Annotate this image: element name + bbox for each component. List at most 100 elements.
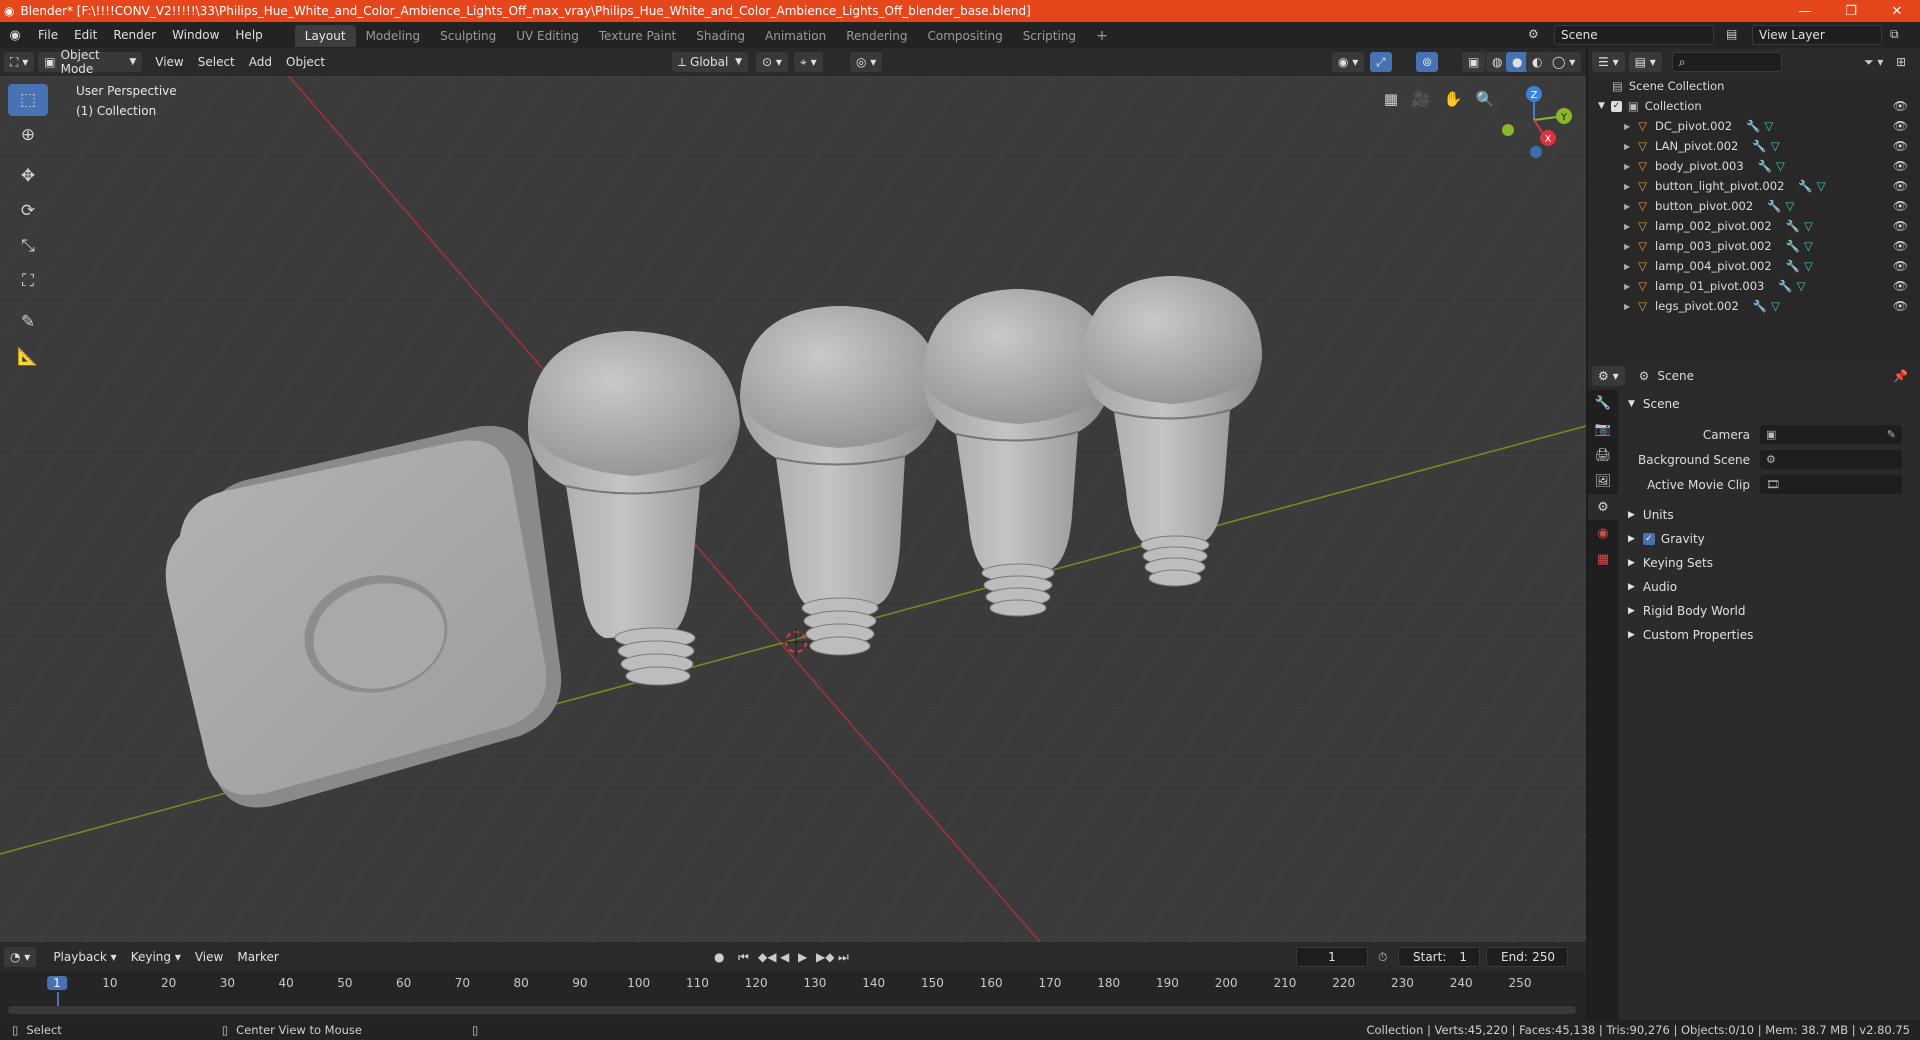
object-mode-dropdown[interactable]: ▣ Object Mode ▼ [38, 48, 143, 76]
select-box-tool[interactable]: ⬚ [8, 84, 48, 116]
record-button[interactable]: ● [714, 950, 724, 964]
scene-selector[interactable]: Scene [1554, 25, 1714, 45]
outliner-item[interactable]: ▶ ▽ lamp_01_pivot.003 🔧 ▽ 👁 [1588, 276, 1920, 296]
tab-scene[interactable]: ⚙ [1588, 494, 1618, 520]
wrench-icon[interactable]: 🔧 [1767, 199, 1781, 213]
menu-help[interactable]: Help [227, 22, 270, 48]
expand-arrow-icon[interactable]: ▶ [1624, 222, 1630, 231]
eye-icon[interactable]: 👁 [1893, 99, 1908, 113]
eye-icon[interactable]: 👁 [1893, 159, 1908, 173]
eye-icon[interactable]: 👁 [1893, 139, 1908, 153]
tab-texture-paint[interactable]: Texture Paint [589, 25, 686, 47]
gizmo-toggle-button[interactable]: ⤢ [1370, 52, 1392, 72]
wrench-icon[interactable]: 🔧 [1786, 239, 1800, 253]
wrench-icon[interactable]: 🔧 [1758, 159, 1772, 173]
outliner-collection[interactable]: ▼ ✓ ▣ Collection 👁 [1588, 96, 1920, 116]
expand-arrow-icon[interactable]: ▶ [1624, 302, 1630, 311]
shading-rendered-button[interactable]: ◯ ▾ [1546, 52, 1582, 72]
3d-viewport[interactable]: Z Y X User Perspective (1) Collection ⬚ … [0, 76, 1586, 942]
eye-icon[interactable]: 👁 [1893, 219, 1908, 233]
maximize-button[interactable]: ❐ [1828, 0, 1874, 22]
outliner-scene-collection[interactable]: ▤ Scene Collection [1588, 76, 1920, 96]
annotate-tool[interactable]: ✎ [8, 306, 48, 338]
menu-window[interactable]: Window [164, 22, 227, 48]
jump-end-button[interactable]: ⏭ [838, 950, 849, 965]
blender-menu-icon[interactable]: ◉ [0, 28, 30, 43]
viewport-scene[interactable]: Z Y X [0, 76, 1586, 942]
gravity-checkbox[interactable]: ✓ [1642, 533, 1655, 545]
eye-icon[interactable]: 👁 [1893, 239, 1908, 253]
wrench-icon[interactable]: 🔧 [1786, 219, 1800, 233]
expand-arrow-icon[interactable]: ▶ [1624, 282, 1630, 291]
tab-rendering[interactable]: Rendering [836, 25, 917, 47]
expand-arrow-icon[interactable]: ▶ [1624, 162, 1630, 171]
play-button[interactable]: ▶ [798, 950, 807, 964]
end-frame-field[interactable]: End: 250 [1486, 947, 1568, 967]
wrench-icon[interactable]: 🔧 [1798, 179, 1812, 193]
minimize-button[interactable]: — [1782, 0, 1828, 22]
pivot-point-button[interactable]: ⊙ ▾ [756, 52, 788, 72]
visibility-button[interactable]: ◉ ▾ [1332, 52, 1365, 72]
tab-sculpting[interactable]: Sculpting [430, 25, 506, 47]
mesh-data-icon[interactable]: ▽ [1797, 279, 1806, 293]
snap-toggle-button[interactable]: ⌖ ▾ [794, 52, 823, 72]
scale-tool[interactable]: ⤡ [8, 230, 48, 262]
outliner-editor-type-button[interactable]: ☰ ▾ [1592, 52, 1625, 72]
expand-arrow-icon[interactable]: ▶ [1624, 242, 1630, 251]
custom-properties-panel-header[interactable]: ▶ Custom Properties [1618, 623, 1920, 647]
menu-edit[interactable]: Edit [66, 22, 105, 48]
outliner-item[interactable]: ▶ ▽ LAN_pivot.002 🔧 ▽ 👁 [1588, 136, 1920, 156]
rotate-tool[interactable]: ⟳ [8, 195, 48, 227]
toggle-ortho-button[interactable]: ▦ [1378, 86, 1404, 112]
mesh-data-icon[interactable]: ▽ [1785, 199, 1794, 213]
filter-icon[interactable]: ⏷ ▾ [1864, 55, 1883, 70]
outliner-item[interactable]: ▶ ▽ legs_pivot.002 🔧 ▽ 👁 [1588, 296, 1920, 316]
measure-tool[interactable]: 📐 [8, 341, 48, 373]
expand-arrow-icon[interactable]: ▶ [1624, 122, 1630, 131]
timeline-ruler[interactable]: 1 10 20 30 40 50 60 70 80 90 100 110 120 130 140 150 160… [0, 972, 1586, 1006]
tab-tool[interactable]: 🔧 [1588, 390, 1618, 416]
proportional-edit-button[interactable]: ◎ ▾ [850, 52, 883, 72]
prev-keyframe-button[interactable]: ◆◀ [758, 950, 776, 964]
timeline-menu-view[interactable]: View [188, 950, 230, 964]
wrench-icon[interactable]: 🔧 [1786, 259, 1800, 273]
zoom-view-button[interactable]: 🔍 [1472, 86, 1498, 112]
tab-uv-editing[interactable]: UV Editing [506, 25, 589, 47]
add-workspace-button[interactable]: + [1086, 25, 1118, 47]
properties-editor-type-button[interactable]: ⚙ ▾ [1592, 366, 1625, 386]
outliner-item[interactable]: ▶ ▽ button_light_pivot.002 🔧 ▽ 👁 [1588, 176, 1920, 196]
expand-arrow-icon[interactable]: ▼ [1598, 101, 1605, 111]
overlays-toggle-button[interactable]: ⊚ [1416, 52, 1439, 72]
eye-icon[interactable]: 👁 [1893, 259, 1908, 273]
mesh-data-icon[interactable]: ▽ [1776, 159, 1785, 173]
outliner-item[interactable]: ▶ ▽ body_pivot.003 🔧 ▽ 👁 [1588, 156, 1920, 176]
tab-world[interactable]: ◉ [1588, 520, 1618, 546]
viewport-menu-object[interactable]: Object [279, 55, 332, 69]
tab-compositing[interactable]: Compositing [917, 25, 1012, 47]
editor-type-button[interactable]: ⛶ ▾ [4, 52, 35, 72]
tab-scripting[interactable]: Scripting [1013, 25, 1086, 47]
wrench-icon[interactable]: 🔧 [1752, 139, 1766, 153]
tab-shading[interactable]: Shading [686, 25, 755, 47]
mesh-data-icon[interactable]: ▽ [1804, 219, 1813, 233]
mesh-data-icon[interactable]: ▽ [1804, 239, 1813, 253]
new-collection-icon[interactable]: ⊞ [1896, 55, 1906, 69]
close-button[interactable]: ✕ [1874, 0, 1920, 22]
tab-view-layer[interactable]: 🖼 [1588, 468, 1618, 494]
viewport-menu-select[interactable]: Select [191, 55, 242, 69]
tab-modeling[interactable]: Modeling [356, 25, 431, 47]
outliner-display-mode-button[interactable]: ▤ ▾ [1628, 52, 1662, 72]
play-reverse-button[interactable]: ◀ [780, 950, 789, 964]
rigid-body-world-panel-header[interactable]: ▶ Rigid Body World [1618, 599, 1920, 623]
eyedropper-icon[interactable]: ✎ [1887, 428, 1896, 441]
tab-animation[interactable]: Animation [755, 25, 836, 47]
wrench-icon[interactable]: 🔧 [1753, 299, 1767, 313]
expand-arrow-icon[interactable]: ▶ [1624, 182, 1630, 191]
gravity-panel-header[interactable]: ▶ ✓ Gravity [1618, 527, 1920, 551]
outliner-item[interactable]: ▶ ▽ button_pivot.002 🔧 ▽ 👁 [1588, 196, 1920, 216]
mesh-data-icon[interactable]: ▽ [1771, 139, 1780, 153]
units-panel-header[interactable]: ▶ Units [1618, 503, 1920, 527]
transform-orientation-dropdown[interactable]: ⟂ Global ▼ [672, 52, 748, 72]
move-tool[interactable]: ✥ [8, 160, 48, 192]
timeline-menu-keying[interactable]: Keying ▾ [124, 950, 188, 964]
